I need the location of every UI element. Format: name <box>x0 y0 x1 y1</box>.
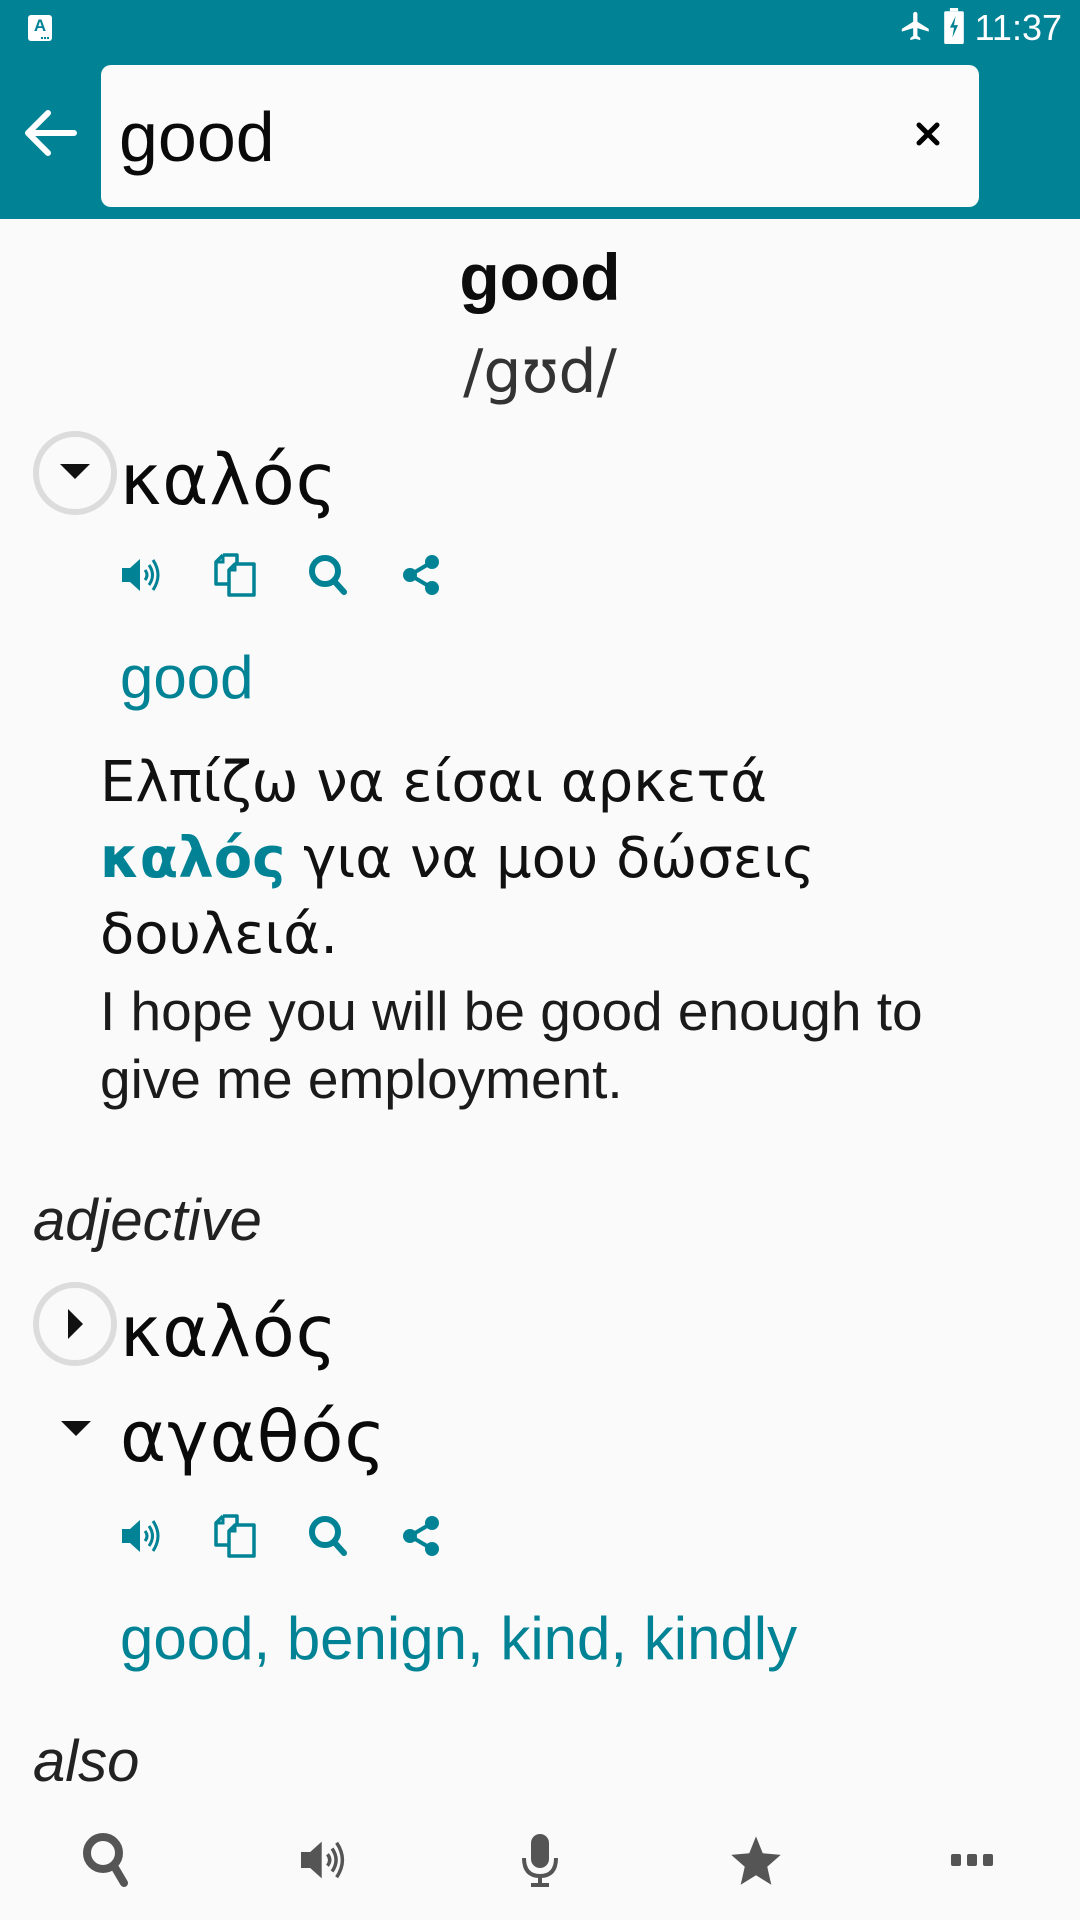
more-icon <box>950 1852 994 1873</box>
example-english: I hope you will be good enough to give m… <box>100 980 923 1110</box>
pronounce-button[interactable] <box>116 551 168 603</box>
battery-charging-icon <box>943 7 965 49</box>
star-icon <box>729 1834 783 1891</box>
app-icon-letter: A <box>33 16 47 35</box>
lookup-button[interactable] <box>302 551 354 603</box>
clear-search-button[interactable] <box>907 115 949 157</box>
status-bar-right: 11:37 <box>899 6 1062 50</box>
nav-search-button[interactable] <box>58 1812 158 1912</box>
dictionary-content[interactable]: good /gʊd/ καλός good Ελπίζω να είσαι αρ… <box>0 219 1080 1804</box>
speaker-icon <box>120 1516 164 1561</box>
speaker-icon <box>120 555 164 600</box>
close-icon <box>915 121 941 152</box>
share-button[interactable] <box>395 1512 447 1564</box>
back-button[interactable] <box>18 105 82 165</box>
example-highlight-word: καλός <box>100 826 286 891</box>
copy-icon <box>213 552 257 603</box>
caret-right-icon <box>68 1309 83 1339</box>
share-icon <box>401 554 441 601</box>
expand-toggle-button[interactable] <box>33 1282 117 1366</box>
pronunciation: /gʊd/ <box>463 337 617 407</box>
dictionary-app-icon: A <box>28 15 52 41</box>
collapse-toggle-button[interactable] <box>40 1399 112 1459</box>
speaker-icon <box>297 1837 351 1888</box>
status-time: 11:37 <box>974 7 1062 48</box>
part-of-speech-label: also <box>33 1729 140 1794</box>
caret-down-icon <box>60 464 90 479</box>
share-button[interactable] <box>395 551 447 603</box>
translation-meaning[interactable]: good, benign, kind, kindly <box>120 1604 797 1673</box>
copy-icon <box>213 1513 257 1564</box>
share-icon <box>401 1515 441 1562</box>
pronounce-button[interactable] <box>116 1512 168 1564</box>
nav-pronounce-button[interactable] <box>274 1812 374 1912</box>
example-greek-text: Ελπίζω να είσαι αρκετά <box>100 750 768 815</box>
search-icon <box>81 1831 135 1894</box>
nav-more-button[interactable] <box>922 1812 1022 1912</box>
headword: good <box>459 240 621 314</box>
airplane-mode-icon <box>899 8 933 49</box>
microphone-icon <box>520 1832 560 1893</box>
nav-voice-input-button[interactable] <box>490 1812 590 1912</box>
back-arrow-icon <box>22 108 78 163</box>
part-of-speech-label: adjective <box>33 1188 262 1253</box>
bottom-navigation <box>0 1804 1080 1920</box>
search-box <box>101 65 979 207</box>
translation-word[interactable]: καλός <box>120 439 338 521</box>
nav-favorites-button[interactable] <box>706 1812 806 1912</box>
search-input[interactable] <box>119 93 879 181</box>
caret-down-icon <box>61 1421 91 1436</box>
lookup-button[interactable] <box>302 1512 354 1564</box>
translation-word[interactable]: καλός <box>120 1291 338 1373</box>
copy-button[interactable] <box>209 551 261 603</box>
app-icon-dots <box>41 37 49 39</box>
example-greek: Ελπίζω να είσαι αρκετά καλός για να μου … <box>100 745 960 973</box>
example-sentence: Ελπίζω να είσαι αρκετά καλός για να μου … <box>100 745 960 1113</box>
translation-word[interactable]: αγαθός <box>120 1396 386 1478</box>
copy-button[interactable] <box>209 1512 261 1564</box>
collapse-toggle-button[interactable] <box>33 431 117 515</box>
translation-meaning[interactable]: good <box>120 643 253 712</box>
search-icon <box>307 553 349 602</box>
search-icon <box>307 1514 349 1563</box>
translation-actions <box>116 551 447 603</box>
app-bar: A 11:37 <box>0 0 1080 219</box>
translation-actions <box>116 1512 447 1564</box>
